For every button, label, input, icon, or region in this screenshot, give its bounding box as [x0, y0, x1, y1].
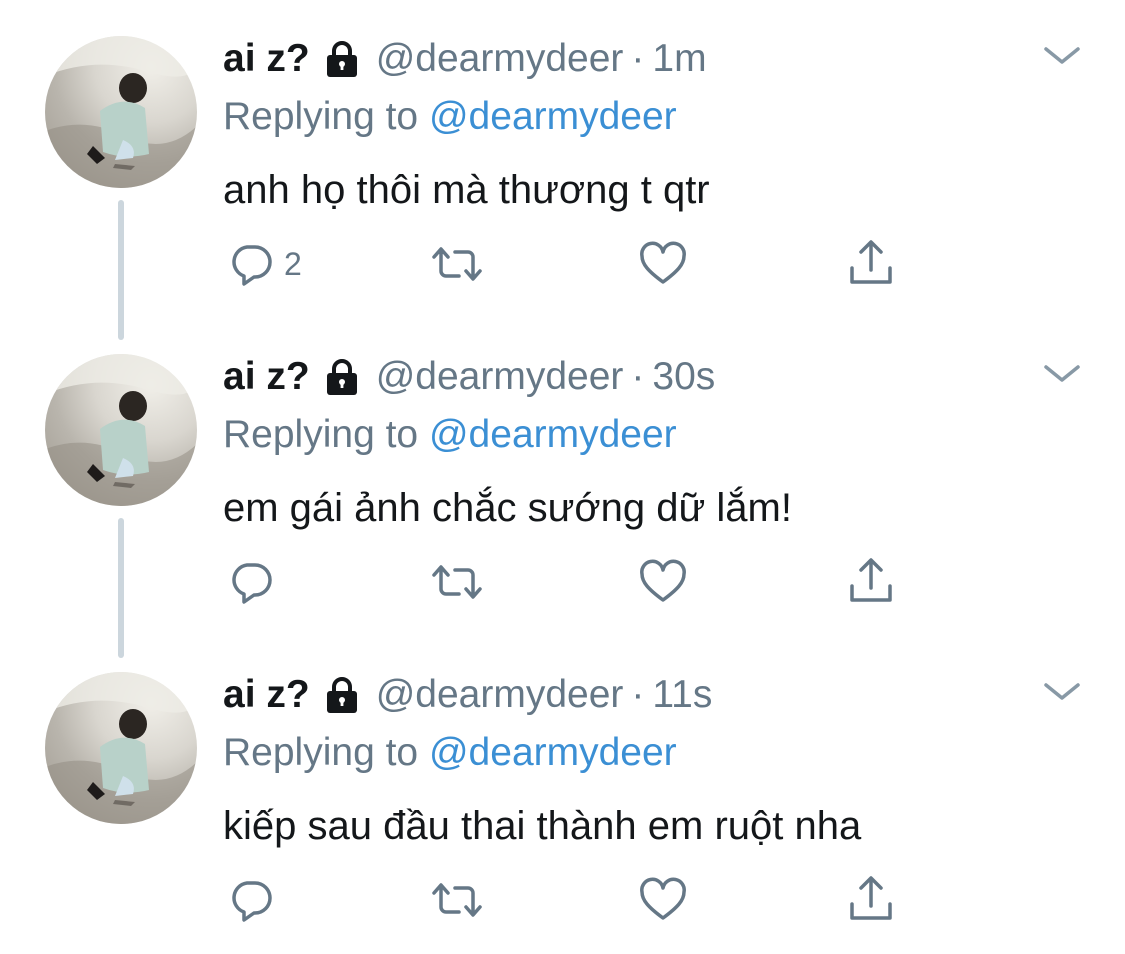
like-button[interactable] [638, 556, 688, 608]
lock-icon [326, 41, 357, 77]
display-name[interactable]: ai z? [223, 670, 310, 720]
reply-icon [232, 563, 272, 604]
retweet-icon [432, 883, 482, 917]
tweet-thread: ai z? @dearmydeer · 1m Replying to @dear… [0, 0, 1125, 954]
like-button[interactable] [638, 874, 688, 926]
separator-dot: · [631, 37, 645, 80]
display-name[interactable]: ai z? [223, 352, 310, 402]
tweet-header: ai z? @dearmydeer · 30s [223, 352, 715, 402]
avatar[interactable] [45, 36, 197, 188]
chevron-down-icon[interactable] [1040, 358, 1084, 388]
timestamp[interactable]: 11s [652, 670, 712, 720]
retweet-icon [432, 565, 482, 599]
retweet-button[interactable] [428, 238, 486, 290]
replying-to: Replying to @dearmydeer [223, 92, 677, 142]
retweet-button[interactable] [428, 874, 486, 926]
tweet[interactable]: ai z? @dearmydeer · 30s Replying to @dea… [0, 318, 1125, 658]
reply-icon [232, 245, 272, 286]
replying-to: Replying to @dearmydeer [223, 728, 677, 778]
share-button[interactable] [846, 556, 896, 608]
tweet-actions [222, 556, 922, 608]
user-handle[interactable]: @dearmydeer [376, 670, 624, 720]
replying-label: Replying to [223, 95, 419, 138]
user-handle[interactable]: @dearmydeer [376, 34, 624, 84]
chevron-down-icon[interactable] [1040, 40, 1084, 70]
reply-button[interactable] [228, 556, 284, 608]
tweet[interactable]: ai z? @dearmydeer · 11s Replying to @dea… [0, 636, 1125, 954]
heart-icon [640, 241, 686, 284]
reply-button[interactable]: 2 [228, 238, 302, 290]
reply-icon [232, 881, 272, 922]
tweet[interactable]: ai z? @dearmydeer · 1m Replying to @dear… [0, 0, 1125, 340]
reply-button[interactable] [228, 874, 284, 926]
tweet-header: ai z? @dearmydeer · 11s [223, 670, 712, 720]
separator-dot: · [631, 673, 645, 716]
avatar-photo [45, 36, 197, 188]
replying-to: Replying to @dearmydeer [223, 410, 677, 460]
timestamp[interactable]: 30s [652, 352, 715, 402]
tweet-text: kiếp sau đầu thai thành em ruột nha [223, 804, 862, 848]
display-name[interactable]: ai z? [223, 34, 310, 84]
tweet-header: ai z? @dearmydeer · 1m [223, 34, 707, 84]
retweet-button[interactable] [428, 556, 486, 608]
reply-count: 2 [284, 246, 302, 282]
share-icon [850, 240, 892, 284]
replying-mention[interactable]: @dearmydeer [429, 731, 677, 774]
separator-dot: · [631, 355, 645, 398]
share-icon [850, 876, 892, 920]
replying-label: Replying to [223, 413, 419, 456]
replying-label: Replying to [223, 731, 419, 774]
share-icon [850, 558, 892, 602]
avatar[interactable] [45, 354, 197, 506]
tweet-actions [222, 874, 922, 926]
avatar[interactable] [45, 672, 197, 824]
tweet-text: anh họ thôi mà thương t qtr [223, 168, 710, 212]
avatar-photo [45, 354, 197, 506]
heart-icon [640, 877, 686, 920]
like-button[interactable] [638, 238, 688, 290]
avatar-photo [45, 672, 197, 824]
tweet-text: em gái ảnh chắc sướng dữ lắm! [223, 486, 792, 530]
share-button[interactable] [846, 874, 896, 926]
retweet-icon [432, 247, 482, 281]
heart-icon [640, 559, 686, 602]
tweet-actions: 2 [222, 238, 922, 290]
replying-mention[interactable]: @dearmydeer [429, 95, 677, 138]
lock-icon [326, 677, 357, 713]
timestamp[interactable]: 1m [652, 34, 706, 84]
replying-mention[interactable]: @dearmydeer [429, 413, 677, 456]
lock-icon [326, 359, 357, 395]
chevron-down-icon[interactable] [1040, 676, 1084, 706]
share-button[interactable] [846, 238, 896, 290]
user-handle[interactable]: @dearmydeer [376, 352, 624, 402]
